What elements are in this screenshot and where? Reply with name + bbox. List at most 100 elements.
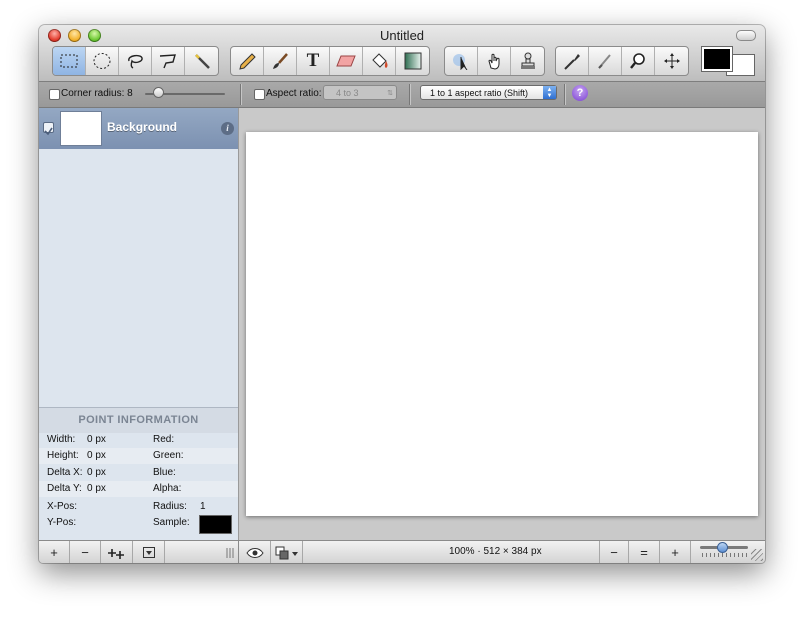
add-layer-button[interactable]: + <box>39 541 70 563</box>
pointer-tool[interactable] <box>445 47 478 75</box>
deltax-value: 0 px <box>87 467 106 478</box>
eraser-icon <box>336 55 356 67</box>
tool-options-bar: Corner radius: 8 Aspect ratio: 4 to 3 ⇅ … <box>39 82 765 108</box>
eraser-tool[interactable] <box>330 47 363 75</box>
ypos-label: Y-Pos: <box>47 517 77 528</box>
separator <box>564 84 565 105</box>
paint-bucket-icon <box>372 53 388 68</box>
sample-color-swatch <box>199 515 232 534</box>
aspect-mode-select[interactable]: 1 to 1 aspect ratio (Shift) ▲ ▼ <box>420 85 557 100</box>
brush-tool[interactable] <box>264 47 297 75</box>
deltax-label: Delta X: <box>47 467 83 478</box>
duplicate-layer-button[interactable] <box>101 541 133 563</box>
eyedropper-tool[interactable] <box>556 47 589 75</box>
corner-radius-slider-thumb[interactable] <box>153 87 164 98</box>
remove-layer-button[interactable]: − <box>70 541 101 563</box>
pi-row-width: Width: 0 px Red: <box>39 432 238 448</box>
resize-grip-icon <box>226 547 234 558</box>
aspect-ratio-checkbox[interactable] <box>254 89 265 100</box>
blue-label: Blue: <box>153 467 176 478</box>
height-label: Height: <box>47 450 79 461</box>
zoom-in-button[interactable]: + <box>660 541 691 563</box>
help-button[interactable]: ? <box>572 85 588 101</box>
text-tool[interactable]: T <box>297 47 330 75</box>
pi-row-deltay: Delta Y: 0 px Alpha: <box>39 481 238 497</box>
zoom-icon <box>630 53 645 69</box>
height-value: 0 px <box>87 450 106 461</box>
aspect-ratio-select[interactable]: 4 to 3 ⇅ <box>323 85 397 100</box>
pi-row-deltax: Delta X: 0 px Blue: <box>39 465 238 481</box>
arrange-layers-icon <box>275 546 298 559</box>
arrange-menu-button[interactable] <box>271 541 303 563</box>
zoom-out-button[interactable]: − <box>599 541 629 563</box>
lasso-icon <box>128 54 143 69</box>
radius-value: 1 <box>200 501 206 512</box>
nav-tools <box>444 46 545 76</box>
window-title: Untitled <box>379 28 425 43</box>
alpha-label: Alpha: <box>153 483 182 494</box>
ellipse-select-tool[interactable] <box>86 47 119 75</box>
pencil-tool[interactable] <box>231 47 264 75</box>
layer-menu-button[interactable] <box>133 541 165 563</box>
corner-radius-checkbox[interactable] <box>49 89 60 100</box>
smudge-icon <box>598 54 611 69</box>
brush-icon <box>273 53 288 69</box>
hand-icon <box>488 53 500 70</box>
separator <box>240 84 241 105</box>
zoom-slider-ticks <box>702 553 748 557</box>
text-icon: T <box>306 50 320 71</box>
layer-row[interactable]: Background i <box>39 108 238 149</box>
select-arrows-icon: ▲ ▼ <box>543 86 556 99</box>
paint-tools: T <box>230 46 430 76</box>
zoom-tool[interactable] <box>622 47 655 75</box>
magic-wand-icon <box>194 54 210 69</box>
eye-icon <box>245 547 264 558</box>
zoom-slider-thumb[interactable] <box>717 542 728 553</box>
deltay-label: Delta Y: <box>47 483 82 494</box>
pi-row-xpos: X-Pos: Radius: 1 <box>39 499 238 515</box>
duplicate-layer-icon <box>107 548 124 559</box>
bottom-bar: + − 100% · 512 × 384 px − = + <box>39 540 765 563</box>
visibility-toggle-button[interactable] <box>239 541 271 563</box>
point-information-title: POINT INFORMATION <box>39 407 238 433</box>
rectangle-select-icon <box>60 54 78 68</box>
layers-sidebar: Background i POINT INFORMATION Width: 0 … <box>39 108 239 540</box>
aspect-mode-value: 1 to 1 aspect ratio (Shift) <box>430 88 529 98</box>
clone-stamp-tool[interactable] <box>511 47 544 75</box>
move-tool[interactable] <box>655 47 688 75</box>
app-window: Untitled T Corner radius: 8 Aspect ratio… <box>39 25 765 563</box>
foreground-color-swatch[interactable] <box>702 47 732 71</box>
updown-arrows-icon: ⇅ <box>387 90 393 97</box>
toolbar-toggle-button[interactable] <box>736 30 756 41</box>
sample-tools <box>555 46 689 76</box>
hand-tool[interactable] <box>478 47 511 75</box>
layer-visibility-checkbox[interactable] <box>43 122 54 136</box>
color-well[interactable] <box>702 47 756 77</box>
gradient-tool[interactable] <box>396 47 429 75</box>
lasso-tool[interactable] <box>119 47 152 75</box>
info-icon[interactable]: i <box>221 122 234 135</box>
sidebar-resize-handle[interactable] <box>165 541 239 563</box>
rectangle-select-tool[interactable] <box>53 47 86 75</box>
window-resize-grip[interactable] <box>751 549 763 561</box>
layer-name: Background <box>107 120 178 134</box>
actual-size-button[interactable]: = <box>629 541 660 563</box>
pi-row-height: Height: 0 px Green: <box>39 448 238 464</box>
image-canvas[interactable] <box>246 132 758 516</box>
paint-bucket-tool[interactable] <box>363 47 396 75</box>
checkmark-icon <box>44 127 53 136</box>
pointer-icon <box>453 54 468 70</box>
polygon-lasso-tool[interactable] <box>152 47 185 75</box>
aspect-ratio-value: 4 to 3 <box>336 88 359 98</box>
sample-label: Sample: <box>153 517 190 528</box>
pencil-icon <box>239 53 256 70</box>
smudge-tool[interactable] <box>589 47 622 75</box>
polygon-lasso-icon <box>159 54 176 69</box>
canvas-area <box>239 108 765 540</box>
green-label: Green: <box>153 450 184 461</box>
width-value: 0 px <box>87 434 106 445</box>
eyedropper-icon <box>564 54 580 70</box>
magic-wand-tool[interactable] <box>185 47 218 75</box>
layer-thumbnail <box>60 111 102 146</box>
zoom-status: 100% · 512 × 384 px <box>449 546 542 557</box>
